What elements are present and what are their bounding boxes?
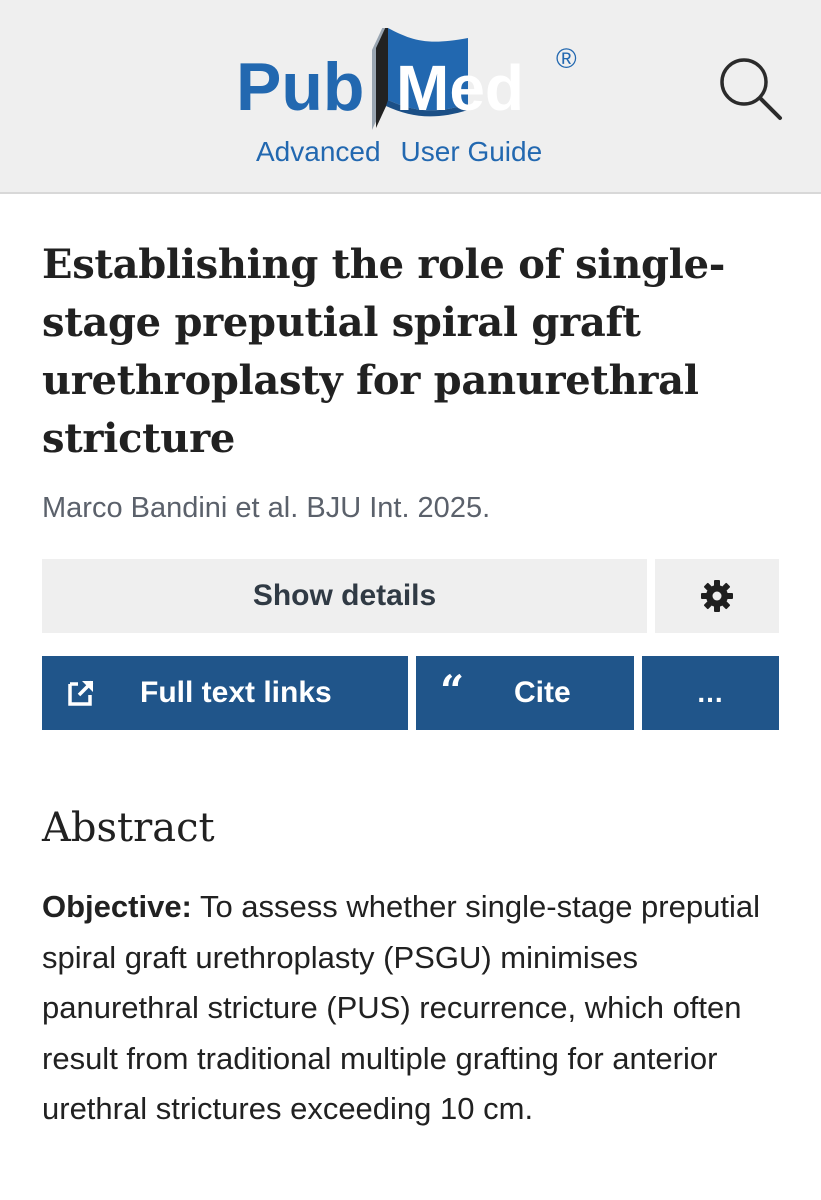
registered-mark: ® — [556, 43, 577, 74]
cite-button[interactable]: “ Cite — [416, 656, 634, 730]
full-text-links-button[interactable]: Full text links — [42, 656, 408, 730]
header-links: Advanced User Guide — [256, 136, 542, 168]
full-text-links-label: Full text links — [140, 676, 332, 709]
site-header: Pub Med ® Advanced User Guide — [0, 0, 821, 194]
article-title: Establishing the role of single-stage pr… — [42, 241, 726, 462]
article-byline: Marco Bandini et al. BJU Int. 2025. — [42, 492, 491, 524]
abstract-heading: Abstract — [42, 805, 215, 851]
objective-label: Objective: — [42, 889, 192, 924]
quote-icon: “ — [440, 666, 465, 715]
external-link-icon — [68, 680, 94, 706]
cite-label: Cite — [514, 676, 571, 709]
objective-text: To assess whether single-stage preputial… — [42, 889, 760, 1126]
display-settings-button[interactable] — [655, 559, 779, 633]
pubmed-logo-graphic: Pub Med ® — [236, 28, 577, 130]
show-details-label: Show details — [252, 579, 437, 612]
gear-icon — [701, 580, 733, 612]
logo-text-med: Med — [396, 52, 524, 124]
search-icon — [720, 58, 782, 120]
logo-text-pub: Pub — [236, 49, 364, 125]
abstract-objective: Objective: To assess whether single-stag… — [42, 882, 782, 1135]
show-details-button[interactable]: Show details — [42, 559, 647, 633]
pubmed-logo[interactable]: Pub Med ® — [236, 28, 596, 138]
more-actions-button[interactable]: ... — [642, 656, 779, 730]
search-button[interactable] — [714, 52, 786, 124]
more-actions-label: ... — [697, 677, 724, 708]
advanced-search-link[interactable]: Advanced — [256, 136, 381, 167]
user-guide-link[interactable]: User Guide — [401, 136, 543, 167]
